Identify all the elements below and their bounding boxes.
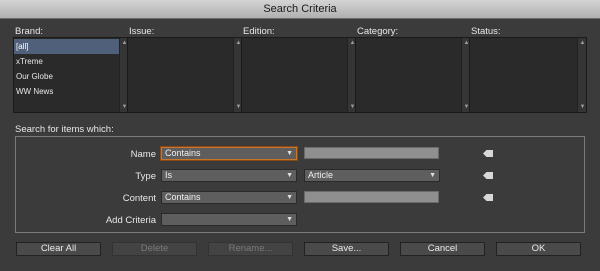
type-value: Article <box>308 170 334 180</box>
rename-button[interactable]: Rename... <box>208 242 293 256</box>
edition-list[interactable]: ▲ ▼ <box>241 37 357 113</box>
brand-item-all[interactable]: [all] <box>14 39 119 54</box>
category-list[interactable]: ▲ ▼ <box>355 37 471 113</box>
name-operator-dropdown[interactable]: Contains ▼ <box>161 147 297 160</box>
ok-button[interactable]: OK <box>496 242 581 256</box>
brand-item-ww-news[interactable]: WW News <box>14 84 119 99</box>
content-criterion-label: Content <box>122 193 156 204</box>
criteria-panel: Name Contains ▼ Type Is ▼ Article ▼ Cont… <box>15 136 585 233</box>
chevron-down-icon: ▼ <box>286 150 293 157</box>
issue-label: Issue: <box>129 26 155 37</box>
status-list[interactable]: ▲ ▼ <box>469 37 587 113</box>
cancel-button[interactable]: Cancel <box>400 242 485 256</box>
content-value-field[interactable] <box>304 191 439 203</box>
category-label: Category: <box>357 26 399 37</box>
scroll-up-arrow-icon[interactable]: ▲ <box>579 39 586 47</box>
chevron-down-icon: ▼ <box>429 172 436 179</box>
type-value-dropdown[interactable]: Article ▼ <box>304 169 440 182</box>
scroll-down-arrow-icon[interactable]: ▼ <box>579 103 586 111</box>
remove-content-criterion-icon[interactable] <box>483 194 493 201</box>
chevron-down-icon: ▼ <box>286 216 293 223</box>
add-criteria-dropdown[interactable]: ▼ <box>161 213 297 226</box>
type-operator-value: Is <box>165 170 173 180</box>
issue-list[interactable]: ▲ ▼ <box>127 37 243 113</box>
content-operator-value: Contains <box>165 192 201 202</box>
name-operator-value: Contains <box>165 148 201 158</box>
add-criteria-label: Add Criteria <box>105 215 156 226</box>
brand-list[interactable]: [all] xTreme Our Globe WW News ▲ ▼ <box>13 37 129 113</box>
remove-type-criterion-icon[interactable] <box>483 172 493 179</box>
window-title-bar: Search Criteria <box>0 0 600 19</box>
content-operator-dropdown[interactable]: Contains ▼ <box>161 191 297 204</box>
status-list-scrollbar[interactable]: ▲ ▼ <box>577 38 586 112</box>
edition-label: Edition: <box>243 26 275 37</box>
brand-item-our-globe[interactable]: Our Globe <box>14 69 119 84</box>
name-value-field[interactable] <box>304 147 439 159</box>
delete-button[interactable]: Delete <box>112 242 197 256</box>
brand-label: Brand: <box>15 26 43 37</box>
status-label: Status: <box>471 26 501 37</box>
search-criteria-heading: Search for items which: <box>15 124 114 135</box>
type-criterion-label: Type <box>135 171 156 182</box>
chevron-down-icon: ▼ <box>286 172 293 179</box>
chevron-down-icon: ▼ <box>286 194 293 201</box>
save-button[interactable]: Save... <box>304 242 389 256</box>
clear-all-button[interactable]: Clear All <box>16 242 101 256</box>
brand-item-xtreme[interactable]: xTreme <box>14 54 119 69</box>
window-title: Search Criteria <box>263 3 337 15</box>
remove-name-criterion-icon[interactable] <box>483 150 493 157</box>
name-criterion-label: Name <box>130 149 156 160</box>
type-operator-dropdown[interactable]: Is ▼ <box>161 169 297 182</box>
